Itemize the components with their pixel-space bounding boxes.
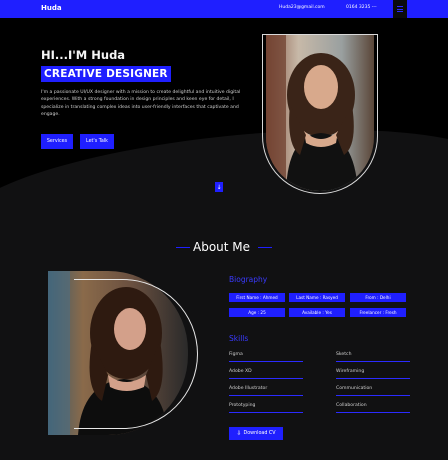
download-icon: ⇩ — [236, 430, 242, 437]
hero-portrait-photo — [266, 35, 374, 191]
download-cv-button[interactable]: ⇩ Download CV — [229, 427, 283, 440]
download-cv-label: Download CV — [243, 431, 276, 436]
heading-divider-left — [176, 247, 190, 248]
skill-item: Adobe Illustrator — [229, 384, 303, 396]
skill-item: Prototyping — [229, 401, 303, 413]
skills-heading: Skills — [229, 334, 249, 343]
hero-section: HI...I'M Huda CREATIVE DESIGNER I'm a pa… — [0, 18, 448, 198]
bio-age: Age : 25 — [229, 308, 285, 317]
about-heading-group: About Me — [176, 239, 272, 255]
heading-divider-right — [258, 247, 272, 248]
bio-last-name: Last Name : Rasyed — [289, 293, 345, 302]
lets-talk-button[interactable]: Let's Talk — [80, 134, 114, 149]
hero-curve-divider — [0, 108, 448, 198]
biography-heading: Biography — [229, 275, 268, 284]
hero-photo-frame — [262, 34, 378, 194]
skill-item: Wireframing — [336, 367, 410, 379]
skill-item: Adobe XD — [229, 367, 303, 379]
bio-freelancer: Freelancer : Fresh — [350, 308, 406, 317]
hamburger-menu-icon[interactable] — [393, 0, 407, 18]
about-title: About Me — [193, 240, 251, 254]
scroll-down-arrow-icon[interactable]: ↓ — [215, 182, 223, 192]
about-photo-ring — [74, 279, 198, 429]
hero-intro-text: I'm a passionate UI/UX designer with a m… — [41, 90, 241, 117]
about-photo-group — [48, 271, 198, 435]
bio-from: From : Delhi — [350, 293, 406, 302]
bio-first-name: First Name : Ahmed — [229, 293, 285, 302]
brand-logo[interactable]: Huda — [41, 4, 62, 12]
skill-item: Communication — [336, 384, 410, 396]
contact-email[interactable]: Huda23@gmail.com — [279, 5, 325, 10]
skill-item: Collaboration — [336, 401, 410, 413]
skill-item: Figma — [229, 350, 303, 362]
services-button[interactable]: Services — [41, 134, 73, 149]
contact-phone[interactable]: 0164 3235 --- — [346, 5, 377, 10]
top-nav-bar: Huda Huda23@gmail.com 0164 3235 --- — [0, 0, 448, 18]
hero-greeting: HI...I'M Huda — [41, 48, 126, 62]
skill-item: Sketch — [336, 350, 410, 362]
hero-role-badge: CREATIVE DESIGNER — [41, 66, 171, 82]
bio-available: Available : Yes — [289, 308, 345, 317]
